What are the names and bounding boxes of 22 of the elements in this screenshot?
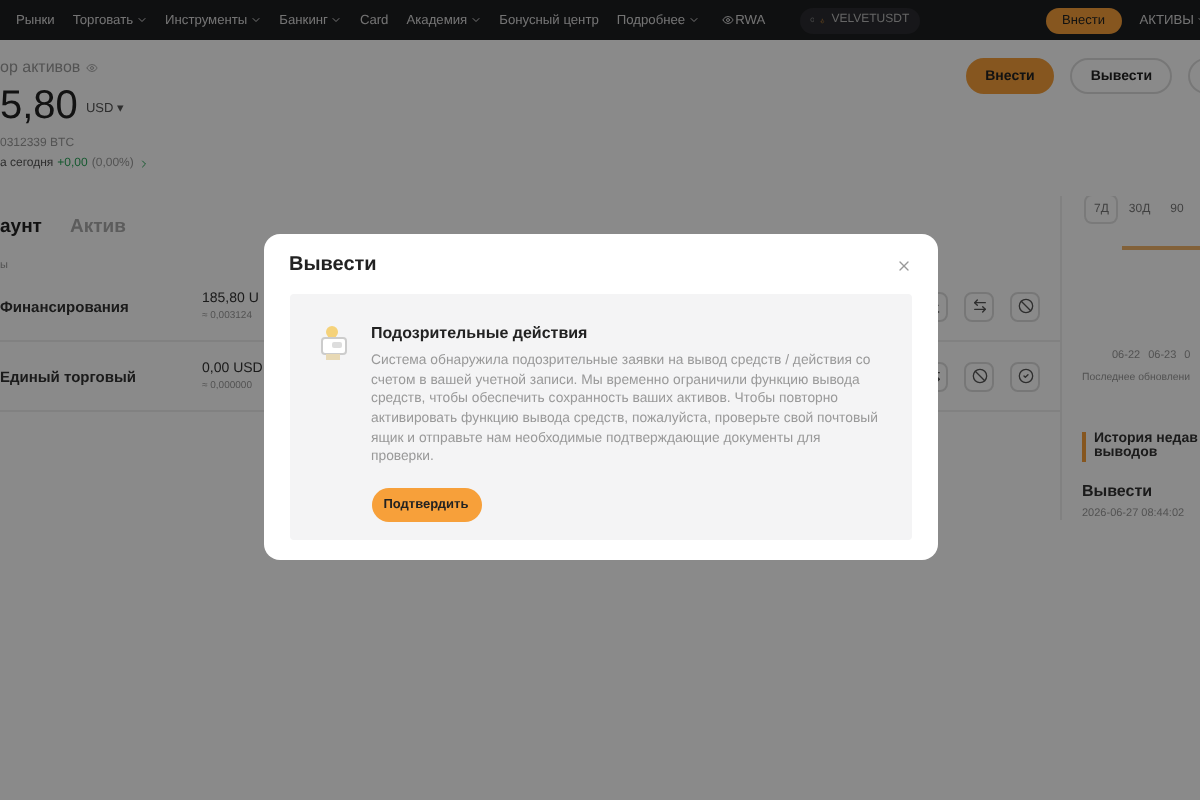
chevron-down-icon xyxy=(469,14,482,26)
balance-line xyxy=(1122,246,1200,250)
eye-icon xyxy=(721,14,734,26)
warning-card-icon xyxy=(319,324,347,363)
blocked-icon xyxy=(1017,298,1033,314)
dialog-title: Вывести xyxy=(289,254,377,277)
blocked-button[interactable] xyxy=(964,361,994,391)
swap-icon xyxy=(971,298,987,314)
chevron-down-icon xyxy=(135,14,148,26)
check-circle-button[interactable] xyxy=(1010,361,1040,391)
check-circle-icon xyxy=(1017,368,1033,384)
close-icon[interactable] xyxy=(895,257,911,274)
chevron-down-icon xyxy=(329,14,342,26)
blocked-button[interactable] xyxy=(1010,291,1040,321)
blocked-icon xyxy=(971,368,987,384)
chevron-down-icon xyxy=(249,14,262,26)
notice-heading: Подозрительные действия xyxy=(371,324,590,343)
total-balance: 5,80 xyxy=(0,84,78,130)
account-tab[interactable]: аунт xyxy=(0,216,42,260)
chevron-down-icon xyxy=(687,14,700,26)
swap-button[interactable] xyxy=(964,291,994,321)
history-item-title: Вывести xyxy=(1082,481,1155,500)
